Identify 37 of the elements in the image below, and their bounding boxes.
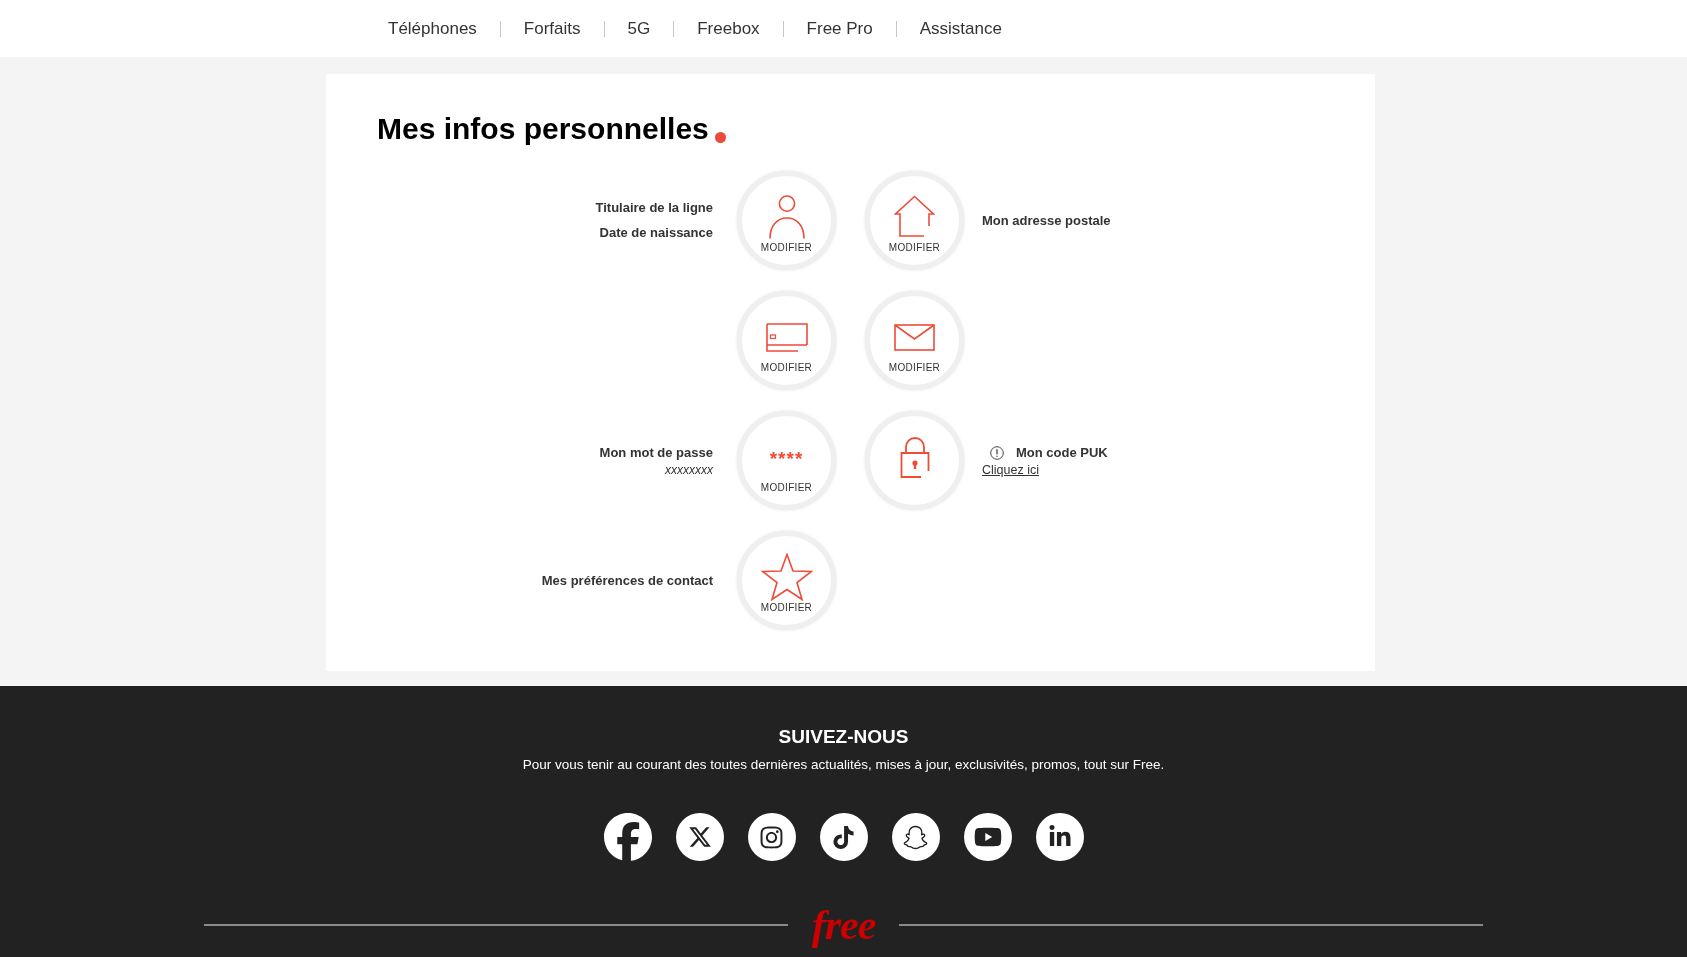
x-icon[interactable] xyxy=(675,813,724,861)
warning-icon xyxy=(990,445,1004,460)
card-icon xyxy=(765,323,808,352)
instagram-icon[interactable] xyxy=(747,813,796,861)
modify-button[interactable]: MODIFIER xyxy=(737,291,836,390)
click-here-link[interactable]: Cliquez ici xyxy=(982,461,1039,478)
snapchat-icon[interactable] xyxy=(891,813,940,861)
linkedin-icon[interactable] xyxy=(1035,813,1084,861)
field-label: Date de naissance xyxy=(599,224,713,242)
nav-link[interactable]: Assistance xyxy=(919,17,1002,40)
facebook-icon[interactable] xyxy=(603,813,652,861)
footer-text: Pour vous tenir au courant des toutes dernières actualités, mises à jour, exclusivités, promos, tout sur Free. xyxy=(522,756,1165,774)
tiktok-icon[interactable] xyxy=(819,813,868,861)
nav-link[interactable]: Forfaits xyxy=(523,17,581,40)
field-label: Mes préférences de contact xyxy=(541,571,713,590)
modify-button[interactable]: MODIFIER xyxy=(865,171,964,270)
modify-button[interactable]: MODIFIER xyxy=(865,291,964,390)
house-icon xyxy=(894,195,935,237)
nav-link[interactable]: Téléphones xyxy=(388,17,477,40)
lock-icon xyxy=(899,437,930,478)
field-label: Mon mot de passe xyxy=(599,443,713,462)
modify-button[interactable]: MODIFIER xyxy=(737,531,836,630)
page-title: Mes infos personnelles xyxy=(377,111,709,147)
section-label: Mon code PUK xyxy=(1016,443,1108,462)
nav-link[interactable]: 5G xyxy=(627,17,651,40)
footer-heading: SUIVEZ-NOUS xyxy=(778,725,909,749)
field-label: Titulaire de la ligne xyxy=(595,199,713,217)
section-label: Mon adresse postale xyxy=(982,211,1111,230)
star-icon xyxy=(760,553,813,601)
modify-button[interactable]: MODIFIER xyxy=(737,171,836,270)
nav-link[interactable]: Free Pro xyxy=(806,17,873,40)
password-value: xxxxxxxx xyxy=(665,461,713,478)
youtube-icon[interactable] xyxy=(963,813,1012,861)
person-icon xyxy=(766,195,807,239)
envelope-icon xyxy=(894,324,935,351)
modify-button[interactable]: **** MODIFIER xyxy=(737,411,836,510)
nav-link[interactable]: Freebox xyxy=(697,17,760,40)
